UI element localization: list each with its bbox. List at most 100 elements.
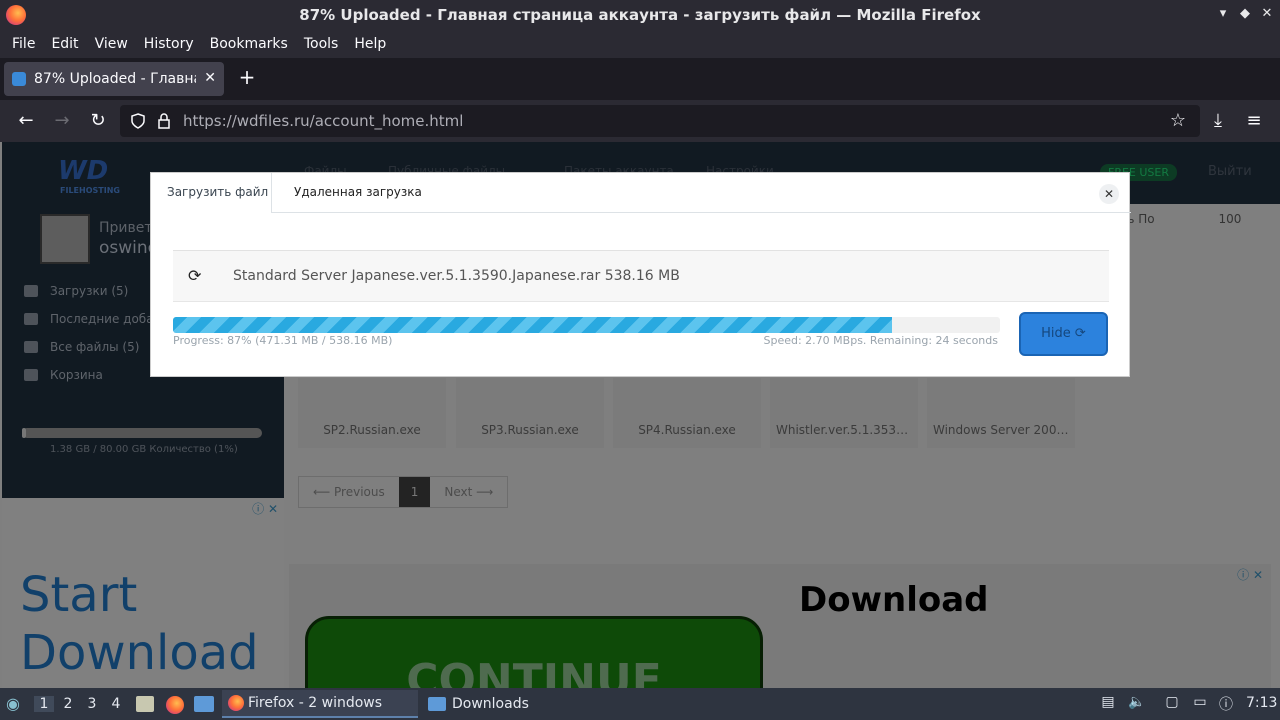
update-notification-icon[interactable]: ⓘ	[1218, 694, 1234, 713]
workspace-1[interactable]: 1	[34, 696, 54, 712]
menu-edit[interactable]: Edit	[43, 36, 86, 52]
ad-continue-button[interactable]: CONTINUE	[305, 616, 763, 688]
reload-button[interactable]: ↻	[86, 109, 110, 133]
pagination: ⟵ Previous 1 Next ⟶	[298, 476, 509, 508]
back-button[interactable]: ←	[14, 109, 38, 133]
menu-history[interactable]: History	[136, 36, 202, 52]
clipboard-icon[interactable]: ▢	[1164, 694, 1180, 712]
file-manager-icon[interactable]	[136, 696, 154, 712]
keyboard-layout-icon[interactable]: ▤	[1100, 694, 1116, 712]
sidebar-item-label: Корзина	[50, 368, 103, 382]
logo-subtitle: FILEHOSTING	[60, 186, 120, 195]
storage-quota-bar	[22, 428, 262, 438]
cloud-icon	[24, 285, 38, 297]
file-card[interactable]: SP3.Russian.exe	[456, 378, 604, 448]
upload-progress-bar	[173, 317, 1000, 333]
sidebar-item-uploads[interactable]: Загрузки (5)	[24, 284, 128, 298]
volume-icon[interactable]: 🔈	[1128, 694, 1145, 712]
taskbar-task-label: Downloads	[452, 696, 529, 712]
site-favicon-icon	[12, 72, 26, 86]
sidebar-item-label: Последние добав	[50, 312, 161, 326]
progress-text: Progress: 87% (471.31 MB / 538.16 MB)	[173, 334, 393, 347]
avatar	[40, 214, 90, 264]
tab-upload-file[interactable]: Загрузить файл	[151, 173, 272, 213]
file-card[interactable]: Whistler.ver.5.1.3531....	[770, 378, 918, 448]
workspace-2[interactable]: 2	[58, 696, 78, 712]
desktop-icon[interactable]	[194, 696, 214, 712]
per-page-select[interactable]: 100	[1218, 212, 1241, 226]
hide-button[interactable]: Hide ⟳	[1019, 312, 1108, 356]
menu-bookmarks[interactable]: Bookmarks	[202, 36, 296, 52]
url-host: https://wdfiles.ru	[183, 112, 310, 130]
current-page[interactable]: 1	[398, 477, 431, 507]
tab-close-icon[interactable]: ✕	[204, 70, 216, 86]
url-bar[interactable]: https://wdfiles.ru/account_home.html ☆	[120, 105, 1200, 137]
forward-button[interactable]: →	[50, 109, 74, 133]
ad-text-line: Download	[20, 625, 259, 681]
downloads-icon[interactable]: ⤓	[1206, 109, 1230, 133]
app-menu-icon[interactable]: ≡	[1242, 109, 1266, 133]
file-card[interactable]: SP2.Russian.exe	[298, 378, 446, 448]
menu-view[interactable]: View	[87, 36, 136, 52]
firefox-icon	[228, 695, 244, 711]
tab-active[interactable]: 87% Uploaded - Главная страница аккаунта…	[4, 62, 224, 96]
upload-file-row: ⟳ Standard Server Japanese.ver.5.1.3590.…	[173, 250, 1109, 302]
ad-text-line: Start	[20, 567, 138, 623]
taskbar-downloads[interactable]: Downloads	[422, 690, 618, 718]
sync-icon: ⟳	[188, 266, 202, 285]
taskbar-firefox[interactable]: Firefox - 2 windows	[222, 690, 418, 718]
start-menu-icon[interactable]: ◉	[6, 694, 20, 713]
ad-info-close-icon[interactable]: ⓘ ✕	[1237, 566, 1263, 583]
sidebar-item-all-files[interactable]: Все файлы (5)	[24, 340, 139, 354]
sidebar-item-trash[interactable]: Корзина	[24, 368, 103, 382]
next-page-button[interactable]: Next ⟶	[430, 477, 507, 507]
upload-modal: Загрузить файл Удаленная загрузка ✕ ⟳ St…	[150, 172, 1131, 377]
modal-close-button[interactable]: ✕	[1099, 184, 1119, 204]
file-card[interactable]: Windows Server 2003...	[927, 378, 1075, 448]
file-card[interactable]: SP4.Russian.exe	[613, 378, 761, 448]
logout-link[interactable]: Выйти	[1208, 164, 1252, 179]
maximize-button[interactable]: ◆	[1236, 6, 1254, 21]
storage-quota-fill	[22, 428, 27, 438]
folder-icon	[428, 697, 446, 711]
previous-page-button[interactable]: ⟵ Previous	[299, 477, 399, 507]
tab-remote-upload[interactable]: Удаленная загрузка	[294, 185, 422, 199]
folder-icon	[24, 341, 38, 353]
display-icon[interactable]: ▭	[1192, 694, 1208, 712]
taskbar-task-label: Firefox - 2 windows	[248, 695, 383, 711]
sidebar-item-label: Загрузки (5)	[50, 284, 129, 298]
logo-text: WD	[58, 156, 109, 186]
close-window-button[interactable]: ✕	[1258, 6, 1276, 21]
lock-icon[interactable]	[158, 113, 170, 129]
firefox-launcher-icon[interactable]	[166, 696, 184, 714]
advertisement-left[interactable]: ⓘ ✕ Start Download	[2, 498, 284, 688]
storage-quota-text: 1.38 GB / 80.00 GB Количество (1%)	[50, 444, 238, 455]
tab-divider	[272, 212, 1131, 213]
workspace-3[interactable]: 3	[82, 696, 102, 712]
minimize-button[interactable]: ▾	[1214, 6, 1232, 21]
bookmark-star-icon[interactable]: ☆	[1166, 109, 1190, 133]
menu-tools[interactable]: Tools	[296, 36, 347, 52]
ad-download-title: Download	[799, 580, 989, 620]
taskbar: ◉ 1 2 3 4 Firefox - 2 windows Downloads …	[0, 688, 1280, 720]
menu-bar: File Edit View History Bookmarks Tools H…	[0, 30, 1280, 58]
ad-start-download-text: Start Download	[20, 566, 259, 682]
url-text[interactable]: https://wdfiles.ru/account_home.html	[183, 112, 463, 130]
menu-help[interactable]: Help	[346, 36, 394, 52]
trash-icon	[24, 369, 38, 381]
clock-icon	[24, 313, 38, 325]
tab-title: 87% Uploaded - Главная страница аккаунта	[34, 71, 196, 87]
upload-progress-fill	[173, 317, 893, 333]
shield-icon[interactable]	[131, 113, 145, 129]
workspace-4[interactable]: 4	[106, 696, 126, 712]
speed-text: Speed: 2.70 MBps. Remaining: 24 seconds	[763, 334, 999, 347]
tab-strip: 87% Uploaded - Главная страница аккаунта…	[0, 58, 1280, 100]
menu-file[interactable]: File	[4, 36, 43, 52]
sidebar-item-recent[interactable]: Последние добав	[24, 312, 161, 326]
window-title: 87% Uploaded - Главная страница аккаунта…	[299, 6, 981, 24]
advertisement-right[interactable]: ⓘ ✕ Download CONTINUE	[289, 564, 1271, 688]
new-tab-button[interactable]: +	[236, 65, 258, 89]
sort-controls[interactable]: ать По 100	[1113, 212, 1241, 226]
upload-file-name: Standard Server Japanese.ver.5.1.3590.Ja…	[233, 268, 680, 284]
ad-info-close-icon[interactable]: ⓘ ✕	[252, 500, 278, 517]
